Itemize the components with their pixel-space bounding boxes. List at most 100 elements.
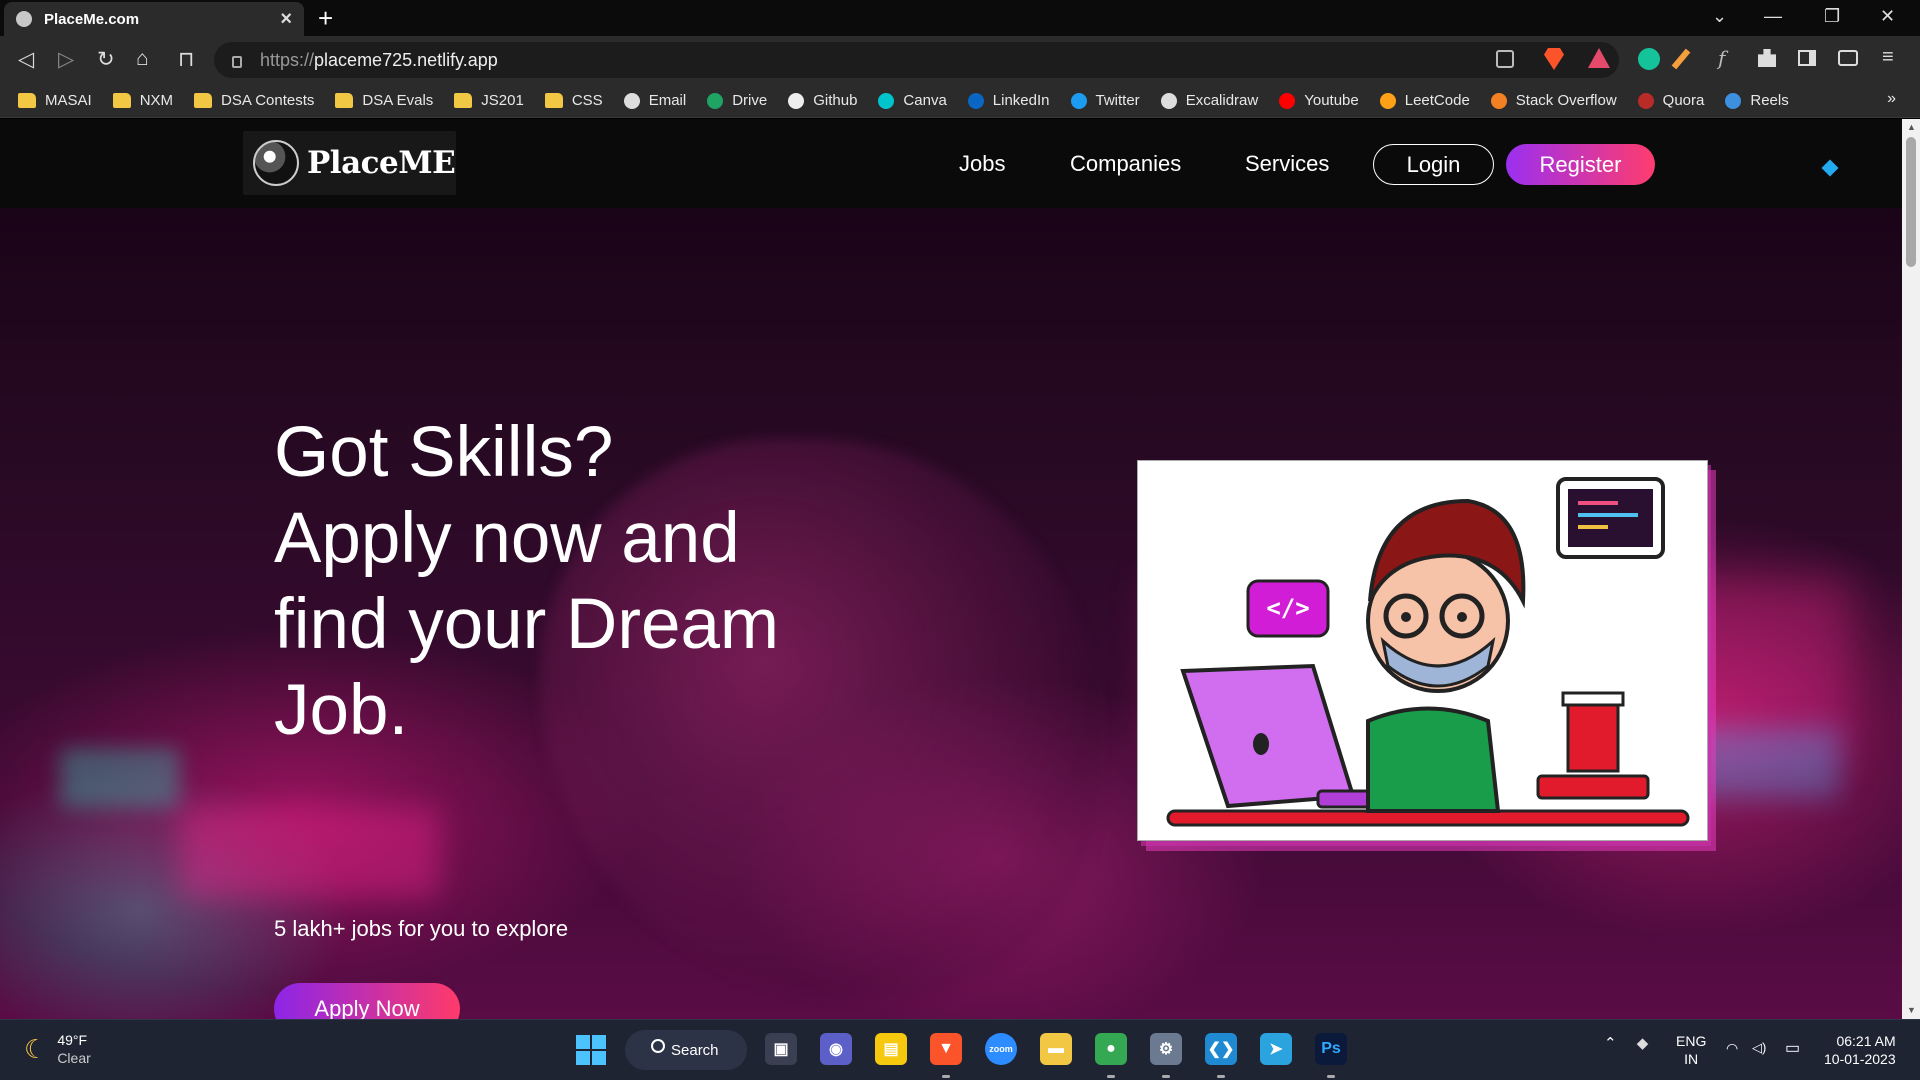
bookmark-dsa-contests[interactable]: DSA Contests <box>194 92 314 109</box>
sidebar-icon[interactable] <box>1798 50 1816 66</box>
theme-toggle-icon[interactable] <box>1821 159 1839 177</box>
reload-icon[interactable]: ↻ <box>97 47 115 72</box>
bookmark-label: DSA Contests <box>221 92 315 109</box>
weather-temp: 49°F <box>57 1032 88 1048</box>
home-icon[interactable]: ⌂ <box>136 47 149 71</box>
twitter-icon <box>1070 92 1087 109</box>
bookmark-youtube[interactable]: Youtube <box>1279 92 1359 109</box>
logo-text: PlaceME <box>307 145 456 181</box>
bookmark-label: Twitter <box>1095 92 1140 109</box>
formula-extension-icon[interactable]: f <box>1718 46 1725 70</box>
bookmark-leetcode[interactable]: LeetCode <box>1379 92 1470 109</box>
bookmark-label: DSA Evals <box>362 92 434 109</box>
folder-icon <box>544 93 563 108</box>
nav-services-link[interactable]: Services <box>1245 151 1329 177</box>
developer-illustration: </> <box>1137 460 1708 841</box>
grammarly-icon[interactable] <box>1638 48 1660 70</box>
bookmark-github[interactable]: Github <box>788 92 857 109</box>
telegram-app-icon[interactable]: ➤ <box>1260 1033 1292 1065</box>
bookmark-reels[interactable]: Reels <box>1725 92 1789 109</box>
extensions-icon[interactable] <box>1758 49 1776 67</box>
wallet-icon[interactable] <box>1838 50 1858 66</box>
address-bar[interactable]: https://placeme725.netlify.app <box>214 42 1619 78</box>
bookmark-label: Drive <box>732 92 768 109</box>
register-button[interactable]: Register <box>1506 144 1655 185</box>
vscode-app-icon[interactable]: ❮❯ <box>1205 1033 1237 1065</box>
photoshop-app-icon[interactable]: Ps <box>1315 1033 1347 1065</box>
close-window-button[interactable]: ✕ <box>1880 6 1895 27</box>
language-indicator[interactable]: ENG IN <box>1676 1032 1706 1068</box>
settings-app-icon[interactable]: ⚙ <box>1150 1033 1182 1065</box>
tab-close-button[interactable]: × <box>280 8 292 31</box>
sticky-notes-app-icon[interactable]: ▤ <box>875 1033 907 1065</box>
back-icon[interactable]: ◁ <box>18 47 34 72</box>
bookmark-nxm[interactable]: NXM <box>112 92 174 109</box>
start-button[interactable] <box>576 1035 606 1065</box>
bookmark-css[interactable]: CSS <box>544 92 603 109</box>
running-indicator <box>1217 1075 1225 1078</box>
forward-icon[interactable]: ▷ <box>58 47 74 72</box>
bookmark-email[interactable]: Email <box>623 92 687 109</box>
bookmark-dsa-evals[interactable]: DSA Evals <box>335 92 433 109</box>
page-scrollbar[interactable]: ▲ ▼ <box>1902 119 1920 1019</box>
tab-search-icon[interactable]: ⌄ <box>1712 6 1727 27</box>
tab-bar: PlaceMe.com × + ⌄ — ❐ ✕ <box>0 0 1920 36</box>
restore-button[interactable]: ❐ <box>1824 6 1840 27</box>
apply-now-button[interactable]: Apply Now <box>274 983 460 1019</box>
background-keyboard-glow <box>180 808 440 898</box>
bookmarks-overflow-button[interactable]: » <box>1887 90 1896 108</box>
share-icon[interactable] <box>1496 50 1514 68</box>
moon-icon: ☾ <box>24 1033 48 1064</box>
weather-widget[interactable]: ☾ 49°F Clear <box>24 1031 91 1067</box>
taskbar-clock[interactable]: 06:21 AM 10-01-2023 <box>1824 1032 1896 1068</box>
hero-heading: Got Skills? Apply now and find your Drea… <box>274 413 780 750</box>
task-view-app-icon[interactable]: ▣ <box>765 1033 797 1065</box>
chrome-app-icon[interactable]: ● <box>1095 1033 1127 1065</box>
scrollbar-thumb[interactable] <box>1906 137 1916 267</box>
volume-icon[interactable]: ◁) <box>1752 1040 1766 1056</box>
bookmark-canva[interactable]: Canva <box>878 92 947 109</box>
bookmark-label: NXM <box>139 92 174 109</box>
chat-app-icon[interactable]: ◉ <box>820 1033 852 1065</box>
wifi-icon[interactable]: ◠ <box>1726 1040 1738 1057</box>
bookmark-js201[interactable]: JS201 <box>454 92 524 109</box>
bookmark-label: Email <box>648 92 687 109</box>
pen-extension-icon[interactable] <box>1671 48 1691 70</box>
bookmark-icon[interactable]: ⊓ <box>178 47 194 72</box>
nav-companies-link[interactable]: Companies <box>1070 151 1181 177</box>
folder-icon <box>454 93 473 108</box>
scroll-up-icon[interactable]: ▲ <box>1907 122 1916 132</box>
bookmark-excalidraw[interactable]: Excalidraw <box>1160 92 1258 109</box>
taskbar-search-label: Search <box>671 1041 719 1059</box>
zoom-app-icon[interactable]: zoom <box>985 1033 1017 1065</box>
taskbar-search[interactable]: Search <box>625 1030 747 1070</box>
menu-icon[interactable]: ≡ <box>1882 46 1894 69</box>
bookmark-label: CSS <box>571 92 603 109</box>
bookmark-linkedin[interactable]: LinkedIn <box>967 92 1050 109</box>
bookmark-label: Youtube <box>1304 92 1359 109</box>
download-icon <box>1725 92 1742 109</box>
scroll-down-icon[interactable]: ▼ <box>1907 1005 1916 1015</box>
battery-icon[interactable]: ▭ <box>1785 1038 1800 1058</box>
tray-chevron-icon[interactable]: ⌃ <box>1604 1035 1617 1052</box>
file-explorer-app-icon[interactable]: ▬ <box>1040 1033 1072 1065</box>
running-indicator <box>1327 1075 1335 1078</box>
weather-condition: Clear <box>57 1050 91 1066</box>
bookmark-masai[interactable]: MASAI <box>18 92 92 109</box>
bookmark-drive[interactable]: Drive <box>707 92 767 109</box>
placeme-logo[interactable]: PlaceME <box>243 131 456 195</box>
region-code: IN <box>1684 1051 1699 1067</box>
bookmark-twitter[interactable]: Twitter <box>1070 92 1140 109</box>
login-button[interactable]: Login <box>1373 144 1494 185</box>
github-icon <box>788 92 805 109</box>
leetcode-icon <box>1379 92 1396 109</box>
new-tab-button[interactable]: + <box>318 3 333 34</box>
minimize-button[interactable]: — <box>1764 6 1782 27</box>
browser-tab[interactable]: PlaceMe.com × <box>4 2 304 36</box>
bookmark-label: Stack Overflow <box>1515 92 1617 109</box>
dropbox-icon[interactable]: ◆ <box>1637 1035 1649 1052</box>
bookmark-stack-overflow[interactable]: Stack Overflow <box>1490 92 1617 109</box>
nav-jobs-link[interactable]: Jobs <box>959 151 1005 177</box>
brave-app-icon[interactable]: ▼ <box>930 1033 962 1065</box>
bookmark-quora[interactable]: Quora <box>1637 92 1704 109</box>
